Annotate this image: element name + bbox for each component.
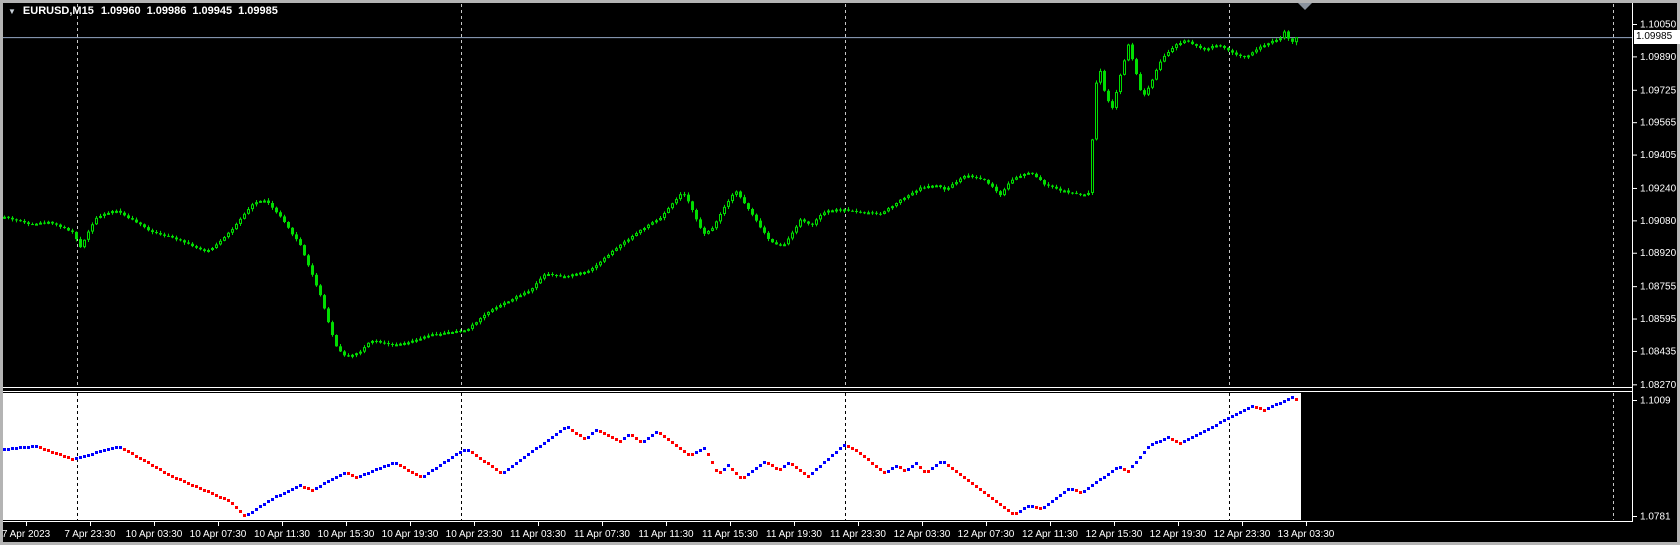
svg-text:1.0781: 1.0781 [1640,512,1671,523]
svg-text:1.08270: 1.08270 [1640,380,1677,391]
svg-text:10 Apr 07:30: 10 Apr 07:30 [190,529,247,540]
svg-text:10 Apr 11:30: 10 Apr 11:30 [254,529,310,540]
svg-text:1.08595: 1.08595 [1640,314,1677,325]
svg-text:11 Apr 03:30: 11 Apr 03:30 [510,529,566,540]
symbol-dropdown-icon: ▼ [8,6,16,16]
svg-text:1.08435: 1.08435 [1640,346,1677,357]
chart-header: ▼ EURUSD,M15 1.09960 1.09986 1.09945 1.0… [8,5,278,17]
ohlc-open: 1.09960 [100,5,141,17]
svg-text:7 Apr 23:30: 7 Apr 23:30 [64,529,116,540]
svg-text:11 Apr 11:30: 11 Apr 11:30 [638,529,694,540]
ohlc-readout: 1.09960 1.09986 1.09945 1.09985 [101,5,278,17]
svg-text:12 Apr 19:30: 12 Apr 19:30 [1150,529,1207,540]
svg-text:1.09240: 1.09240 [1640,183,1677,194]
svg-text:11 Apr 23:30: 11 Apr 23:30 [830,529,886,540]
chart-window: 1.10050 1.09890 1.09725 1.09565 1.09405 1.092… [0,0,1680,545]
svg-text:1.08755: 1.08755 [1640,282,1677,293]
svg-text:10 Apr 19:30: 10 Apr 19:30 [382,529,439,540]
svg-text:1.09725: 1.09725 [1640,85,1677,96]
chart-canvas[interactable]: 1.10050 1.09890 1.09725 1.09565 1.09405 1.092… [0,0,1680,545]
svg-text:11 Apr 15:30: 11 Apr 15:30 [702,529,758,540]
svg-text:12 Apr 03:30: 12 Apr 03:30 [894,529,951,540]
current-price-tag: 1.09985 [1634,30,1680,44]
svg-text:1.10050: 1.10050 [1640,20,1677,31]
svg-text:12 Apr 15:30: 12 Apr 15:30 [1086,529,1143,540]
ohlc-close: 1.09985 [238,5,278,17]
svg-text:12 Apr 07:30: 12 Apr 07:30 [958,529,1015,540]
svg-text:12 Apr 11:30: 12 Apr 11:30 [1022,529,1078,540]
svg-text:10 Apr 23:30: 10 Apr 23:30 [446,529,503,540]
ohlc-low: 1.09945 [192,5,233,17]
svg-text:11 Apr 07:30: 11 Apr 07:30 [574,529,630,540]
svg-text:11 Apr 19:30: 11 Apr 19:30 [766,529,822,540]
svg-text:1.09080: 1.09080 [1640,216,1677,227]
svg-text:1.1009: 1.1009 [1640,396,1671,407]
ohlc-high: 1.09986 [146,5,187,17]
svg-text:10 Apr 03:30: 10 Apr 03:30 [126,529,183,540]
svg-text:7 Apr 2023: 7 Apr 2023 [2,529,51,540]
svg-text:1.09890: 1.09890 [1640,52,1677,63]
svg-text:10 Apr 15:30: 10 Apr 15:30 [318,529,375,540]
symbol-period-label: EURUSD,M15 [22,5,94,17]
svg-text:13 Apr 03:30: 13 Apr 03:30 [1278,529,1335,540]
indicator-panel [3,393,1301,520]
svg-text:1.09565: 1.09565 [1640,118,1677,129]
svg-text:12 Apr 23:30: 12 Apr 23:30 [1214,529,1271,540]
svg-text:1.09405: 1.09405 [1640,150,1677,161]
svg-text:1.08920: 1.08920 [1640,248,1677,259]
